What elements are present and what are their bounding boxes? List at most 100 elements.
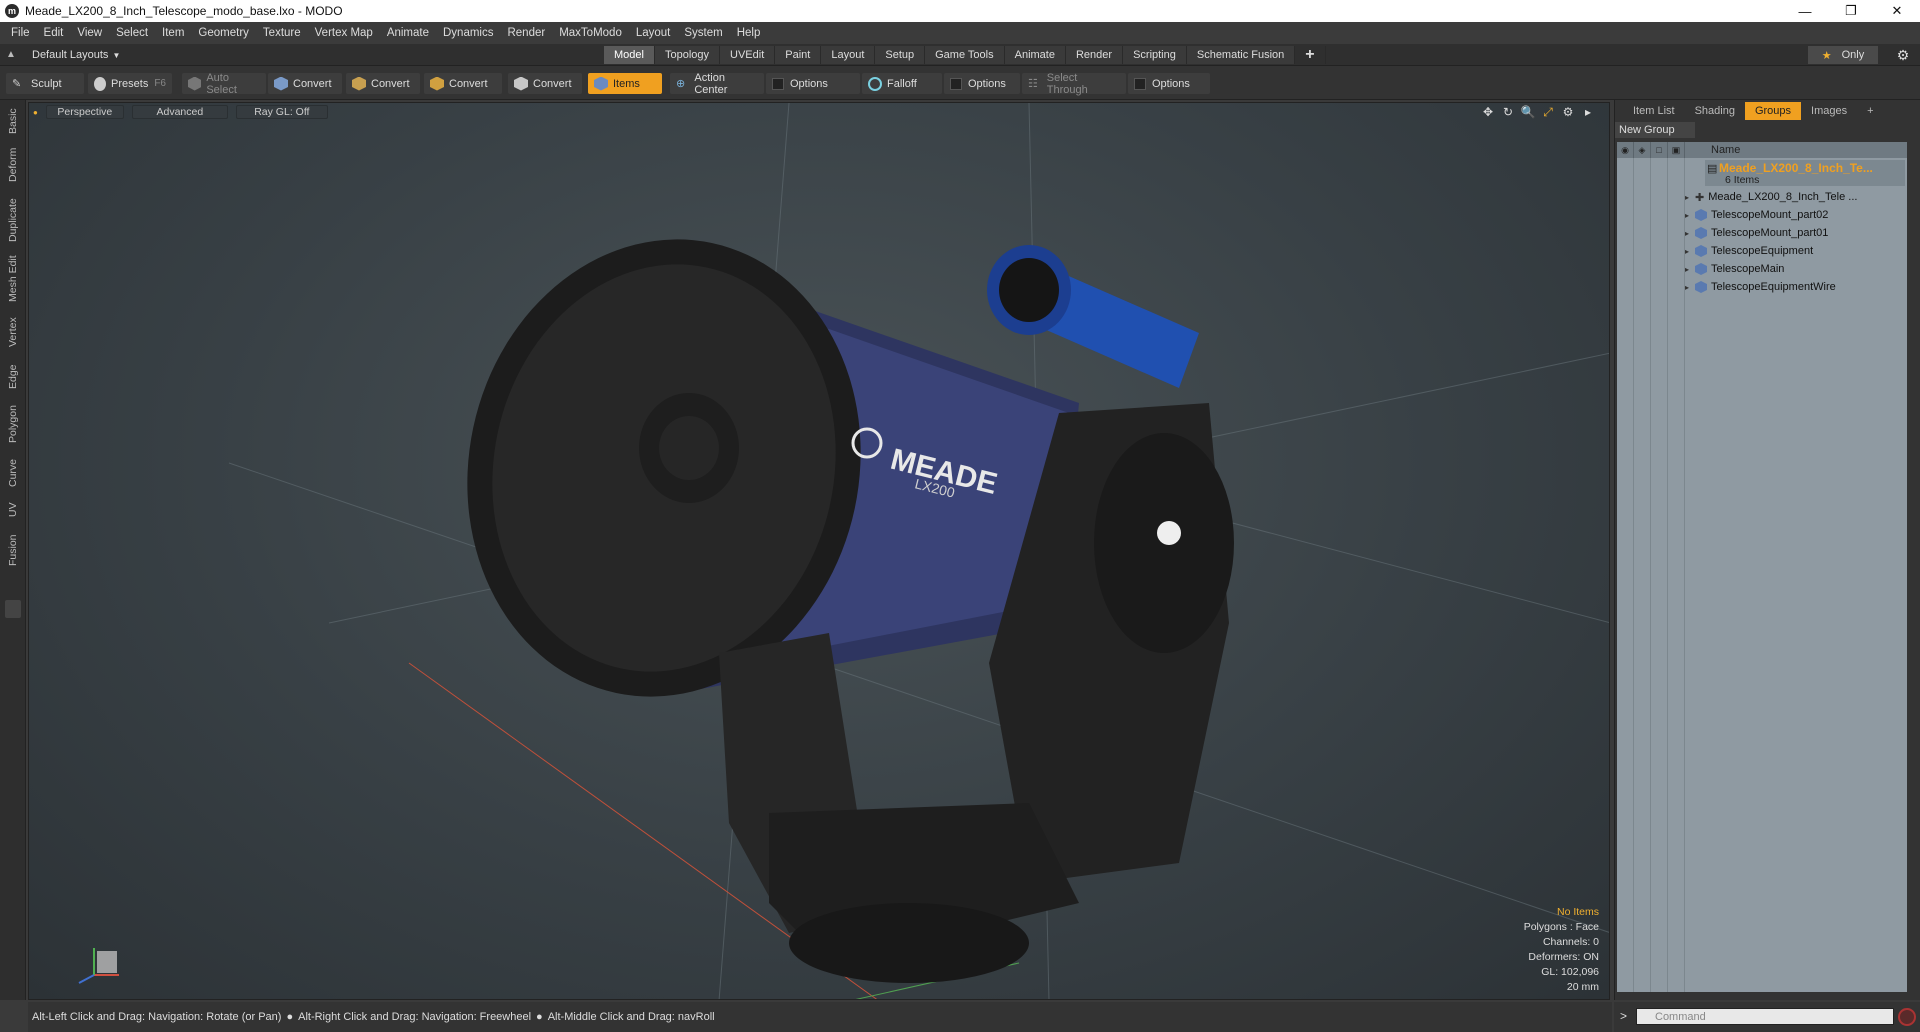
menu-system[interactable]: System: [677, 27, 729, 39]
tab-groups[interactable]: Groups: [1744, 102, 1802, 120]
menu-dynamics[interactable]: Dynamics: [436, 27, 500, 39]
vtab-mesh-edit[interactable]: Mesh Edit: [3, 252, 23, 306]
visibility-eye-icon[interactable]: ◉: [1617, 142, 1634, 158]
toggle-panel-button[interactable]: [5, 600, 21, 618]
vtab-vertex[interactable]: Vertex: [3, 312, 23, 352]
rotate-icon[interactable]: ↻: [1501, 105, 1515, 119]
zoom-icon[interactable]: 🔍: [1521, 105, 1536, 119]
action-center-button[interactable]: ⊕ Action Center: [670, 72, 764, 96]
menu-maxtomodo[interactable]: MaxToModo: [552, 27, 629, 39]
options-checkbox-1[interactable]: [772, 77, 784, 90]
tab-paint[interactable]: Paint: [775, 46, 822, 64]
menu-animate[interactable]: Animate: [380, 27, 436, 39]
expand-icon[interactable]: ▸: [1685, 211, 1695, 220]
convert-materials-button[interactable]: Convert: [508, 73, 582, 94]
minimize-button[interactable]: —: [1782, 0, 1828, 22]
falloff-options-button[interactable]: Options: [944, 73, 1020, 94]
vtab-uv[interactable]: UV: [3, 498, 23, 522]
layout-dropdown[interactable]: ▲ Default Layouts ▼: [6, 47, 120, 63]
tab-layout[interactable]: Layout: [821, 46, 876, 64]
list-item[interactable]: ▸ TelescopeEquipment: [1685, 242, 1813, 260]
convert-vertices-button[interactable]: Convert: [268, 73, 342, 94]
add-tab-icon[interactable]: +: [1295, 46, 1326, 64]
tab-item-list[interactable]: Item List: [1623, 102, 1685, 120]
vtab-duplicate[interactable]: Duplicate: [3, 194, 23, 246]
tab-animate[interactable]: Animate: [1004, 46, 1066, 64]
list-item[interactable]: ▸ ✚ Meade_LX200_8_Inch_Tele ...: [1685, 188, 1857, 206]
gear-icon[interactable]: ⚙: [1894, 46, 1912, 64]
menu-item[interactable]: Item: [155, 27, 191, 39]
convert-polygons-button[interactable]: Convert: [424, 73, 502, 94]
group-root-row[interactable]: ▤ Meade_LX200_8_Inch_Te... 6 Items: [1705, 160, 1905, 186]
list-item[interactable]: ▸ TelescopeMount_part01: [1685, 224, 1828, 242]
falloff-button[interactable]: Falloff: [862, 73, 942, 94]
options-checkbox-2[interactable]: [950, 77, 962, 90]
select-through-button[interactable]: ☷ Select Through: [1022, 72, 1126, 96]
select-through-options-button[interactable]: Options: [1128, 73, 1210, 94]
viewport-menu-icon[interactable]: ●: [33, 108, 38, 117]
command-input[interactable]: Command: [1636, 1008, 1894, 1025]
expand-icon[interactable]: ▸: [1685, 265, 1695, 274]
view-mode-dropdown[interactable]: Perspective: [45, 105, 124, 119]
list-item[interactable]: ▸ TelescopeMain: [1685, 260, 1784, 278]
add-panel-tab-icon[interactable]: +: [1857, 102, 1883, 120]
action-center-options-button[interactable]: Options: [766, 73, 860, 94]
render-icon[interactable]: ◈: [1634, 142, 1651, 158]
items-button[interactable]: Items: [588, 73, 662, 94]
pan-icon[interactable]: ✥: [1481, 105, 1495, 119]
menu-texture[interactable]: Texture: [256, 27, 308, 39]
vtab-curve[interactable]: Curve: [3, 454, 23, 492]
tab-setup[interactable]: Setup: [875, 46, 926, 64]
menu-help[interactable]: Help: [730, 27, 768, 39]
options-checkbox-3[interactable]: [1134, 77, 1146, 90]
new-group-button[interactable]: New Group: [1615, 122, 1695, 138]
tab-model[interactable]: Model: [604, 46, 655, 64]
maximize-button[interactable]: ❐: [1828, 0, 1874, 22]
tab-schematic-fusion[interactable]: Schematic Fusion: [1186, 46, 1296, 64]
menu-vertex-map[interactable]: Vertex Map: [308, 27, 380, 39]
lock-icon[interactable]: □: [1651, 142, 1668, 158]
shading-dropdown[interactable]: Advanced: [131, 105, 228, 119]
expand-icon[interactable]: ▸: [1685, 283, 1695, 292]
list-item[interactable]: ▸ TelescopeEquipmentWire: [1685, 278, 1836, 296]
vtab-deform[interactable]: Deform: [3, 144, 23, 186]
tab-render[interactable]: Render: [1065, 46, 1124, 64]
3d-viewport[interactable]: MEADE LX200 ● Perspective Advanced Ray G…: [28, 102, 1610, 1000]
select-icon[interactable]: ▣: [1668, 142, 1685, 158]
menu-file[interactable]: File: [4, 27, 37, 39]
collapse-icon[interactable]: ▲: [6, 49, 18, 61]
only-button[interactable]: ★ Only: [1808, 46, 1878, 64]
menu-layout[interactable]: Layout: [629, 27, 678, 39]
vtab-edge[interactable]: Edge: [3, 360, 23, 394]
sculpt-button[interactable]: ✎ Sculpt: [6, 73, 84, 94]
name-column-header[interactable]: Name: [1711, 144, 1740, 156]
expand-icon[interactable]: ▸: [1685, 193, 1695, 202]
raygl-dropdown[interactable]: Ray GL: Off: [235, 105, 328, 119]
presets-button[interactable]: Presets F6: [88, 73, 172, 94]
maximize-icon[interactable]: ⤢: [1541, 105, 1555, 119]
menu-geometry[interactable]: Geometry: [191, 27, 256, 39]
expand-icon[interactable]: ▸: [1685, 229, 1695, 238]
vtab-polygon[interactable]: Polygon: [3, 400, 23, 448]
convert-edges-button[interactable]: Convert: [346, 73, 420, 94]
expand-icon[interactable]: ▸: [1685, 247, 1695, 256]
auto-select-button[interactable]: Auto Select: [182, 72, 266, 96]
tab-game-tools[interactable]: Game Tools: [925, 46, 1005, 64]
tab-topology[interactable]: Topology: [654, 46, 721, 64]
list-item[interactable]: ▸ TelescopeMount_part02: [1685, 206, 1828, 224]
tab-uvedit[interactable]: UVEdit: [720, 46, 776, 64]
mesh-icon: [1695, 281, 1707, 293]
menu-edit[interactable]: Edit: [37, 27, 71, 39]
menu-render[interactable]: Render: [500, 27, 552, 39]
close-button[interactable]: ✕: [1874, 0, 1920, 22]
tab-shading[interactable]: Shading: [1685, 102, 1745, 120]
tab-images[interactable]: Images: [1801, 102, 1857, 120]
tab-scripting[interactable]: Scripting: [1123, 46, 1187, 64]
vtab-fusion[interactable]: Fusion: [3, 528, 23, 572]
stop-icon[interactable]: [1898, 1008, 1916, 1026]
menu-view[interactable]: View: [70, 27, 109, 39]
vtab-basic[interactable]: Basic: [3, 104, 23, 138]
expand-arrow-icon[interactable]: ▸: [1581, 105, 1595, 119]
viewport-gear-icon[interactable]: ⚙: [1561, 105, 1575, 119]
menu-select[interactable]: Select: [109, 27, 155, 39]
